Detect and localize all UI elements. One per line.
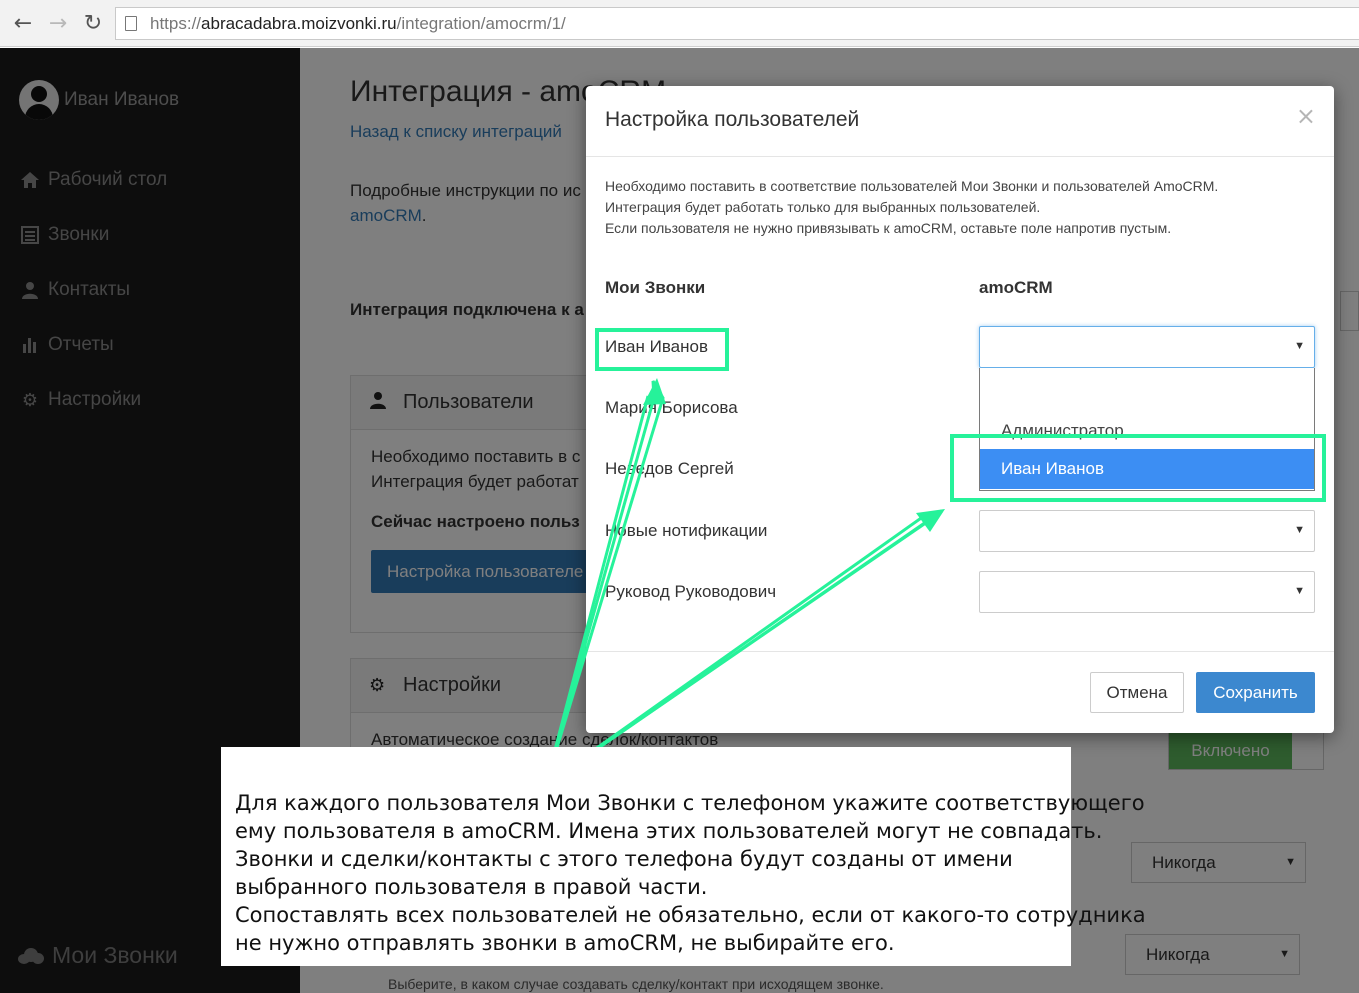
modal-footer-divider: [586, 651, 1334, 652]
save-button[interactable]: Сохранить: [1196, 672, 1315, 713]
modal-title: Настройка пользователей: [605, 108, 860, 131]
annotation-box-option: [950, 434, 1326, 502]
mapping-row-user: Неведов Сергей: [605, 459, 734, 478]
annotation-box-user: [595, 328, 729, 371]
browser-toolbar: ← → ↻ https://abracadabra.moizvonki.ru/i…: [0, 0, 1359, 47]
close-icon[interactable]: ×: [1296, 102, 1316, 130]
modal-header: Настройка пользователей ×: [586, 86, 1334, 157]
screen: ← → ↻ https://abracadabra.moizvonki.ru/i…: [0, 0, 1359, 993]
caret-down-icon: ▼: [1294, 585, 1305, 597]
instruction-callout: Для каждого пользователя Мои Звонки с те…: [221, 747, 1146, 966]
amocrm-user-select-1[interactable]: ▼: [979, 326, 1315, 368]
cancel-button[interactable]: Отмена: [1090, 672, 1184, 713]
modal-description: Необходимо поставить в соответствие поль…: [605, 178, 1219, 236]
dropdown-option-empty[interactable]: [980, 368, 1314, 408]
back-arrow-icon[interactable]: ←: [8, 8, 38, 38]
reload-icon[interactable]: ↻: [78, 8, 108, 38]
mapping-row-user: Руковод Руководович: [605, 582, 777, 601]
mapping-row-user: Новые нотификации: [605, 521, 768, 540]
forward-arrow-icon[interactable]: →: [43, 8, 73, 38]
mapping-row-user: Мария Борисова: [605, 398, 738, 417]
address-bar[interactable]: https://abracadabra.moizvonki.ru/integra…: [115, 7, 1359, 40]
column-header-moizvonki: Мои Звонки: [605, 278, 706, 297]
caret-down-icon: ▼: [1294, 524, 1305, 536]
column-header-amocrm: amoCRM: [979, 278, 1053, 297]
user-mapping-modal: Настройка пользователей × Необходимо пос…: [586, 86, 1334, 733]
amocrm-user-select-4[interactable]: ▼: [979, 510, 1315, 552]
url-text: https://abracadabra.moizvonki.ru/integra…: [150, 14, 566, 33]
page-icon: [125, 16, 137, 31]
amocrm-user-select-5[interactable]: ▼: [979, 571, 1315, 613]
caret-down-icon: ▼: [1294, 340, 1305, 352]
